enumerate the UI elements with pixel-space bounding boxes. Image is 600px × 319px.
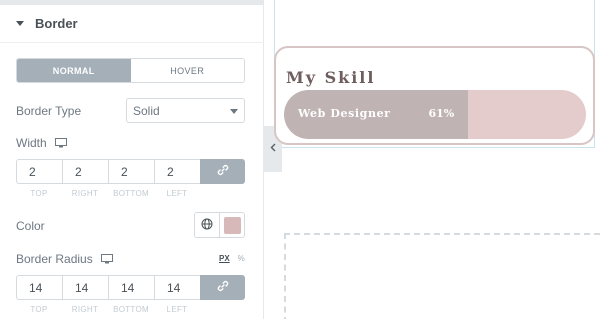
caption-top: TOP (30, 305, 48, 314)
width-label-row: Width (16, 136, 67, 150)
chevron-left-icon (270, 143, 276, 155)
empty-drop-area[interactable] (284, 233, 600, 319)
unit-px[interactable]: PX (219, 254, 230, 263)
caption-bottom: BOTTOM (113, 189, 149, 198)
radius-left-input[interactable]: 14 (154, 275, 200, 300)
border-type-label: Border Type (16, 104, 82, 118)
unit-percent[interactable]: % (238, 254, 245, 263)
radius-dimensions: 14 14 14 14 (16, 275, 245, 300)
caption-right: RIGHT (71, 189, 99, 198)
global-colors-button[interactable] (195, 213, 220, 237)
color-swatch (223, 216, 241, 234)
radius-captions: TOP RIGHT BOTTOM LEFT (16, 305, 200, 314)
border-type-value: Solid (133, 103, 160, 118)
caption-top: TOP (30, 189, 48, 198)
chevron-down-icon (230, 109, 238, 114)
caption-left: LEFT (166, 189, 188, 198)
unit-switcher: PX % (219, 254, 245, 263)
color-picker[interactable] (220, 213, 244, 237)
link-icon (217, 280, 229, 295)
width-right-input[interactable]: 2 (62, 159, 108, 184)
color-label: Color (16, 219, 45, 233)
section-title: Border (35, 16, 78, 31)
caret-down-icon (16, 21, 24, 26)
border-type-select[interactable]: Solid (126, 98, 245, 123)
border-radius-label: Border Radius (16, 252, 93, 266)
skill-title: My Skill (286, 68, 376, 87)
progress-bar-track: Web Designer 61% (284, 90, 586, 139)
link-icon (217, 164, 229, 179)
progress-bar-label: Web Designer (298, 107, 391, 120)
monitor-icon[interactable] (54, 138, 67, 148)
state-tabs: NORMAL HOVER (16, 58, 245, 83)
tab-normal[interactable]: NORMAL (17, 59, 131, 82)
width-label: Width (16, 136, 47, 150)
caption-bottom: BOTTOM (113, 305, 149, 314)
color-control (194, 212, 245, 238)
width-left-input[interactable]: 2 (154, 159, 200, 184)
width-bottom-input[interactable]: 2 (108, 159, 154, 184)
caption-left: LEFT (166, 305, 188, 314)
radius-bottom-input[interactable]: 14 (108, 275, 154, 300)
link-values-button[interactable] (200, 159, 245, 184)
skill-widget[interactable]: My Skill Web Designer 61% (274, 46, 595, 145)
border-section-header[interactable]: Border (0, 5, 264, 43)
caption-right: RIGHT (71, 305, 99, 314)
monitor-icon[interactable] (100, 254, 113, 264)
width-dimensions: 2 2 2 2 (16, 159, 245, 184)
progress-bar-percent: 61% (428, 107, 455, 120)
width-top-input[interactable]: 2 (16, 159, 62, 184)
radius-top-input[interactable]: 14 (16, 275, 62, 300)
width-captions: TOP RIGHT BOTTOM LEFT (16, 189, 200, 198)
tab-hover[interactable]: HOVER (130, 59, 244, 82)
radius-right-input[interactable]: 14 (62, 275, 108, 300)
globe-icon (201, 218, 213, 233)
border-radius-label-row: Border Radius (16, 252, 113, 266)
link-values-button[interactable] (200, 275, 245, 300)
style-panel: Border NORMAL HOVER Border Type Solid Wi… (0, 0, 264, 319)
